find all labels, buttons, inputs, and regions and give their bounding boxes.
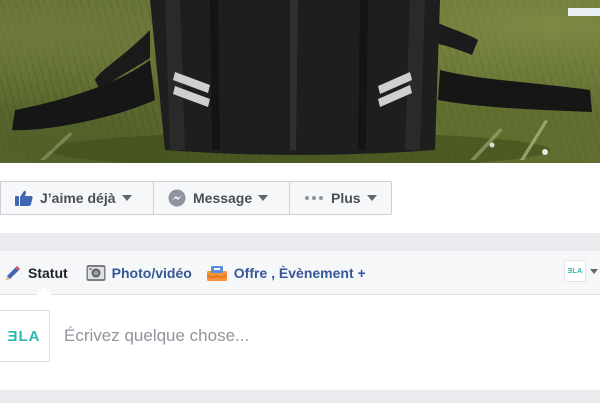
post-input[interactable]	[64, 319, 584, 353]
avatar-text: ƎLA	[8, 328, 41, 345]
page-actions: J’aime déjà Message Plus	[0, 181, 392, 215]
brand-logo: ƎLA	[8, 328, 41, 345]
like-page-button[interactable]: J’aime déjà	[0, 181, 154, 215]
chevron-down-icon	[590, 268, 598, 274]
thumbs-up-icon	[15, 190, 33, 206]
more-button[interactable]: Plus	[289, 181, 392, 215]
tab-offer-event-label: Offre , Èvènement +	[233, 264, 366, 281]
tab-status-label: Statut	[28, 264, 68, 281]
more-label: Plus	[331, 190, 361, 206]
message-label: Message	[193, 190, 253, 206]
chevron-down-icon	[121, 195, 132, 201]
post-composer: Statut Photo/vidéo Offre , Èvènement + Ǝ…	[0, 251, 600, 390]
message-button[interactable]: Message	[153, 181, 290, 215]
section-divider	[0, 390, 600, 403]
tab-photo-video-label: Photo/vidéo	[111, 264, 192, 281]
messenger-icon	[168, 189, 186, 207]
pencil-icon	[4, 264, 22, 282]
cover-photo[interactable]	[0, 0, 600, 163]
like-page-label: J’aime déjà	[40, 190, 116, 206]
post-as-selector[interactable]: ƎLA	[564, 260, 600, 282]
avatar: ƎLA	[0, 310, 50, 362]
tab-status[interactable]: Statut	[0, 251, 74, 295]
composer-body: ƎLA	[0, 295, 600, 390]
offer-icon	[206, 264, 228, 282]
camera-icon	[86, 264, 106, 282]
composer-tabs: Statut Photo/vidéo Offre , Èvènement + Ǝ…	[0, 251, 600, 295]
tab-offer-event[interactable]: Offre , Èvènement +	[202, 251, 372, 294]
chevron-down-icon	[366, 195, 377, 201]
backpack-illustration	[12, 0, 600, 163]
section-divider	[0, 233, 600, 251]
page-logo-text: ƎLA	[567, 267, 583, 275]
tab-photo-video[interactable]: Photo/vidéo	[82, 251, 198, 294]
more-dots-icon	[304, 195, 324, 201]
chevron-down-icon	[258, 195, 269, 201]
page-logo: ƎLA	[564, 260, 586, 282]
